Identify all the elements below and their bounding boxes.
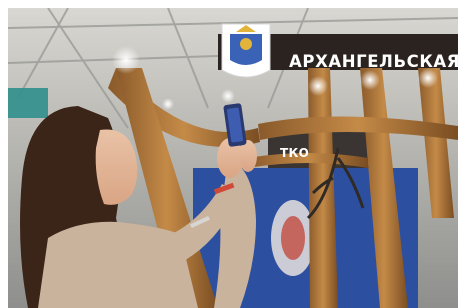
region-emblem-icon	[221, 23, 271, 78]
partial-sign-text: ТКО	[280, 146, 310, 160]
teal-banner	[8, 88, 48, 118]
exhibition-photo: АРХАНГЕЛЬСКАЯ ТКО	[8, 8, 458, 308]
region-sign-text: АРХАНГЕЛЬСКАЯ	[289, 52, 458, 71]
